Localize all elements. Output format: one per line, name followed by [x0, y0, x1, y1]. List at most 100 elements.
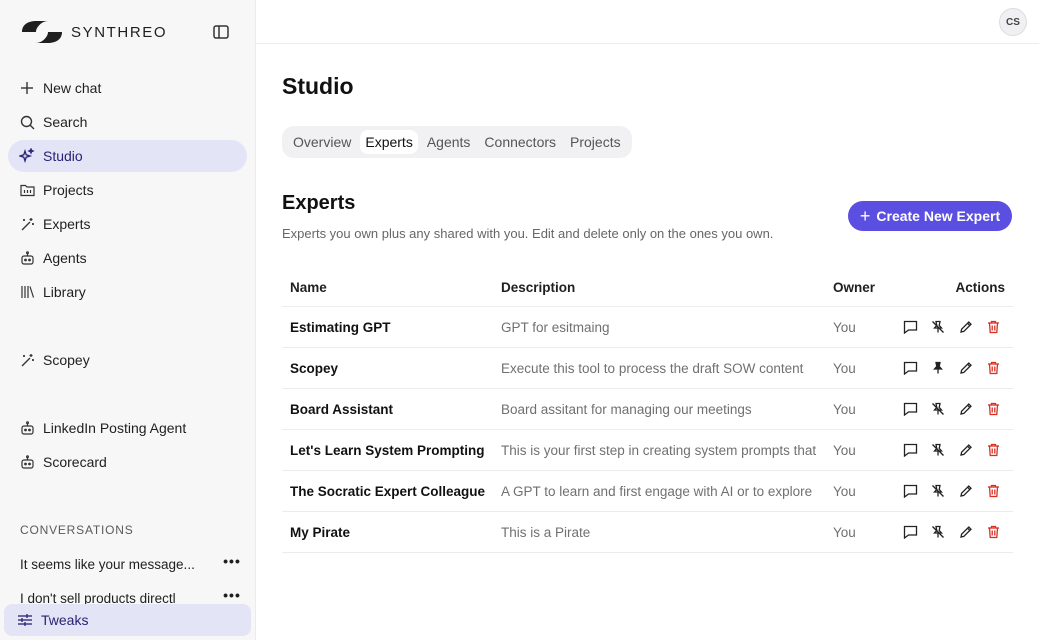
edit-icon[interactable]: [957, 482, 975, 500]
nav-new-chat[interactable]: New chat: [8, 72, 247, 104]
row-actions: [898, 520, 1013, 544]
edit-icon[interactable]: [957, 523, 975, 541]
pin-icon[interactable]: [929, 359, 947, 377]
expert-owner: You: [833, 442, 856, 458]
folder-icon: [19, 182, 35, 198]
nav-projects[interactable]: Projects: [8, 174, 247, 206]
robot-icon: [19, 454, 35, 470]
expert-description: This is a Pirate: [501, 524, 591, 540]
edit-icon[interactable]: [957, 359, 975, 377]
edit-icon[interactable]: [957, 441, 975, 459]
nav-label: New chat: [43, 80, 102, 96]
column-header-owner[interactable]: Owner: [833, 280, 893, 295]
tweaks-button[interactable]: Tweaks: [4, 604, 251, 636]
table-row[interactable]: Board Assistant Board assitant for manag…: [282, 389, 1013, 430]
pinned-label: LinkedIn Posting Agent: [43, 420, 187, 436]
chat-icon[interactable]: [901, 400, 919, 418]
sliders-icon: [17, 612, 33, 628]
nav-experts[interactable]: Experts: [8, 208, 247, 240]
wand-icon: [19, 352, 35, 368]
table-row[interactable]: Let's Learn System Prompting This is you…: [282, 430, 1013, 471]
nav-search[interactable]: Search: [8, 106, 247, 138]
sidebar: SYNTHREO New chat Search Studio Projects…: [0, 0, 256, 640]
sidebar-toggle-icon[interactable]: [212, 23, 230, 41]
column-header-name[interactable]: Name: [290, 280, 495, 295]
synthreo-logo-icon: [22, 21, 62, 43]
row-actions: [898, 438, 1013, 462]
edit-icon[interactable]: [957, 318, 975, 336]
delete-icon[interactable]: [984, 359, 1002, 377]
tab-agents[interactable]: Agents: [422, 130, 476, 154]
nav-library[interactable]: Library: [8, 276, 247, 308]
expert-owner: You: [833, 524, 856, 540]
row-actions: [898, 315, 1013, 339]
chat-icon[interactable]: [901, 523, 919, 541]
chat-icon[interactable]: [901, 359, 919, 377]
pinned-label: Scopey: [43, 352, 90, 368]
table-row[interactable]: Estimating GPT GPT for esitmaing You: [282, 307, 1013, 348]
delete-icon[interactable]: [984, 523, 1002, 541]
table-row[interactable]: My Pirate This is a Pirate You: [282, 512, 1013, 553]
nav-label: Search: [43, 114, 88, 130]
create-new-expert-button[interactable]: + Create New Expert: [848, 201, 1012, 231]
column-header-description[interactable]: Description: [501, 280, 817, 295]
delete-icon[interactable]: [984, 482, 1002, 500]
avatar[interactable]: CS: [999, 8, 1027, 36]
pinned-label: Scorecard: [43, 454, 107, 470]
unpin-icon[interactable]: [929, 523, 947, 541]
nav-studio[interactable]: Studio: [8, 140, 247, 172]
unpin-icon[interactable]: [929, 482, 947, 500]
delete-icon[interactable]: [984, 318, 1002, 336]
table-row[interactable]: Scopey Execute this tool to process the …: [282, 348, 1013, 389]
plus-icon: +: [859, 206, 871, 226]
pinned-scorecard[interactable]: Scorecard: [8, 446, 247, 478]
conversation-item[interactable]: It seems like your message... •••: [20, 554, 242, 574]
nav-label: Experts: [43, 216, 91, 232]
expert-description: Board assitant for managing our meetings: [501, 401, 752, 417]
row-actions: [898, 356, 1013, 380]
expert-description: This is your first step in creating syst…: [501, 442, 817, 458]
delete-icon[interactable]: [984, 441, 1002, 459]
tab-projects[interactable]: Projects: [565, 130, 626, 154]
section-subtitle: Experts you own plus any shared with you…: [282, 226, 774, 241]
library-icon: [19, 284, 35, 300]
table-row[interactable]: The Socratic Expert Colleague A GPT to l…: [282, 471, 1013, 512]
nav-label: Agents: [43, 250, 87, 266]
unpin-icon[interactable]: [929, 400, 947, 418]
column-header-actions: Actions: [955, 279, 1005, 295]
expert-name: Scopey: [290, 360, 339, 376]
tab-experts[interactable]: Experts: [360, 130, 418, 154]
nav-label: Library: [43, 284, 86, 300]
wand-icon: [19, 216, 35, 232]
studio-tabs: Overview Experts Agents Connectors Proje…: [282, 126, 632, 158]
unpin-icon[interactable]: [929, 318, 947, 336]
pinned-scopey[interactable]: Scopey: [8, 344, 247, 376]
tab-connectors[interactable]: Connectors: [479, 130, 561, 154]
more-options-icon[interactable]: •••: [222, 590, 242, 604]
expert-name: My Pirate: [290, 524, 351, 540]
sparkle-icon: [19, 148, 35, 164]
page-title: Studio: [282, 73, 354, 99]
tab-overview[interactable]: Overview: [288, 130, 356, 154]
expert-name: Let's Learn System Prompting: [290, 442, 485, 458]
section-title: Experts: [282, 192, 356, 214]
delete-icon[interactable]: [984, 400, 1002, 418]
chat-icon[interactable]: [901, 441, 919, 459]
brand[interactable]: SYNTHREO: [20, 19, 167, 45]
plus-icon: [19, 80, 35, 96]
conversations-heading: CONVERSATIONS: [20, 523, 134, 537]
search-icon: [19, 114, 35, 130]
chat-icon[interactable]: [901, 318, 919, 336]
robot-icon: [19, 250, 35, 266]
top-bar: CS: [256, 0, 1039, 44]
chat-icon[interactable]: [901, 482, 919, 500]
unpin-icon[interactable]: [929, 441, 947, 459]
conversation-item[interactable]: I don't sell products directl •••: [20, 590, 242, 604]
pinned-linkedin-posting-agent[interactable]: LinkedIn Posting Agent: [8, 412, 247, 444]
nav-agents[interactable]: Agents: [8, 242, 247, 274]
expert-description: Execute this tool to process the draft S…: [501, 360, 804, 376]
row-actions: [898, 397, 1013, 421]
expert-name: The Socratic Expert Colleague: [290, 483, 486, 499]
edit-icon[interactable]: [957, 400, 975, 418]
more-options-icon[interactable]: •••: [222, 554, 242, 574]
